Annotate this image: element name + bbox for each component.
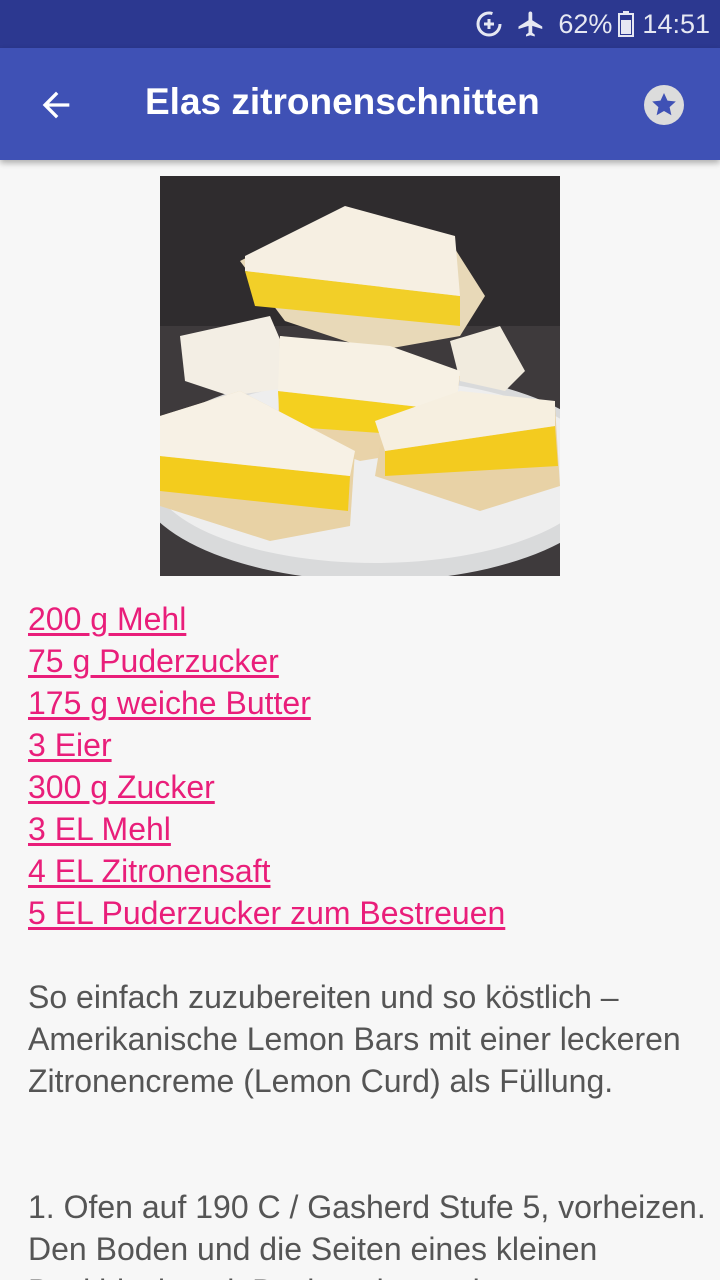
airplane-mode-icon xyxy=(516,9,546,39)
ingredients-list: 200 g Mehl 75 g Puderzucker 175 g weiche… xyxy=(28,598,708,934)
ingredient-link[interactable]: 200 g Mehl xyxy=(28,598,708,640)
favorite-button[interactable] xyxy=(641,82,687,128)
back-button[interactable] xyxy=(30,82,82,128)
ingredient-link[interactable]: 4 EL Zitronensaft xyxy=(28,850,708,892)
data-saver-icon xyxy=(474,9,504,39)
recipe-content[interactable]: 200 g Mehl 75 g Puderzucker 175 g weiche… xyxy=(0,160,720,1280)
recipe-step-1: 1. Ofen auf 190 C / Gasherd Stufe 5, vor… xyxy=(28,1189,706,1280)
ingredient-link[interactable]: 175 g weiche Butter xyxy=(28,682,708,724)
battery-icon xyxy=(618,11,635,37)
ingredient-link[interactable]: 5 EL Puderzucker zum Bestreuen xyxy=(28,892,708,934)
app-bar: Elas zitronenschnitten xyxy=(0,48,720,160)
battery-percent: 62% xyxy=(558,8,613,39)
status-bar: 62% 14:51 xyxy=(0,0,720,48)
ingredient-link[interactable]: 3 EL Mehl xyxy=(28,808,708,850)
star-icon xyxy=(644,85,684,125)
ingredient-link[interactable]: 300 g Zucker xyxy=(28,766,708,808)
arrow-left-icon xyxy=(42,91,70,119)
page-title: Elas zitronenschnitten xyxy=(145,81,540,122)
clock: 14:51 xyxy=(642,8,710,39)
ingredient-link[interactable]: 75 g Puderzucker xyxy=(28,640,708,682)
ingredient-link[interactable]: 3 Eier xyxy=(28,724,708,766)
lemon-bars-photo xyxy=(160,176,560,576)
recipe-intro: So einfach zuzubereiten und so köstlich … xyxy=(28,979,681,1099)
